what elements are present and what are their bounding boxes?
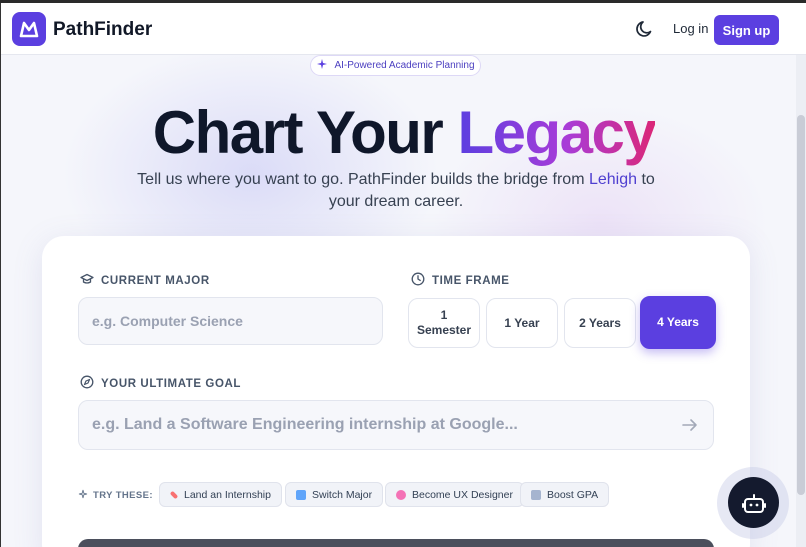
clock-icon [411,272,425,289]
goal-input-placeholder: e.g. Land a Software Engineering interns… [92,416,518,433]
login-link[interactable]: Log in [673,21,708,36]
graduation-cap-icon [80,273,94,288]
rocket-icon [169,490,179,499]
timeframe-unit: Semester [416,323,472,337]
sparkle-icon [316,58,328,73]
moon-icon[interactable] [635,19,655,39]
current-major-label-text: CURRENT MAJOR [101,274,210,287]
robot-icon[interactable] [728,477,779,528]
suggestion-chip-internship[interactable]: Land an Internship [159,482,282,507]
suggestion-chip-boost-gpa[interactable]: Boost GPA [520,482,610,507]
major-input[interactable]: e.g. Computer Science [78,297,383,345]
suggestion-chip-label: Boost GPA [547,488,599,501]
palette-icon [396,489,406,500]
suggestion-chip-label: Become UX Designer [412,488,513,501]
current-major-label: CURRENT MAJOR [80,273,210,288]
hero-subtitle: Tell us where you want to go. PathFinder… [121,169,671,213]
brand-name[interactable]: PathFinder [53,19,152,41]
submit-button[interactable] [78,539,714,547]
hero-title-plain: Chart Your [152,99,458,166]
time-frame-label-text: TIME FRAME [432,274,510,287]
scrollbar-thumb[interactable] [797,115,805,495]
swap-icon [296,489,306,500]
timeframe-4-years-button[interactable]: 4 Years [640,296,716,349]
hero-title-accent: Legacy [457,99,656,166]
timeframe-1-year-button[interactable]: 1 Year [486,298,558,348]
hero-badge: AI-Powered Academic Planning [310,55,481,76]
subtitle-text: Tell us where you want to go. PathFinder… [137,171,589,188]
sparkle-icon [78,489,88,502]
time-frame-label: TIME FRAME [411,272,510,289]
mountain-logo-icon[interactable] [12,12,46,46]
timeframe-2-years-button[interactable]: 2 Years [564,298,636,348]
university-name: Lehigh [588,171,638,188]
top-navbar: PathFinder Log in Sign up [1,3,806,55]
app-window: PathFinder Log in Sign up AI-Powered Aca… [0,3,806,547]
arrow-right-icon[interactable] [681,416,699,434]
goal-input[interactable]: e.g. Land a Software Engineering interns… [78,400,714,450]
suggestion-chip-ux-designer[interactable]: Become UX Designer [385,482,524,507]
suggestion-chip-label: Land an Internship [184,488,271,501]
suggestion-chip-label: Switch Major [312,488,373,501]
try-these-label: TRY THESE: [78,489,153,502]
suggestion-chip-switch-major[interactable]: Switch Major [285,482,384,507]
hero-title: Chart Your Legacy [1,98,806,167]
ultimate-goal-label: YOUR ULTIMATE GOAL [80,375,241,392]
compass-icon [80,375,94,392]
timeframe-number: 1 [440,308,448,322]
hero-badge-text: AI-Powered Academic Planning [334,60,475,71]
try-these-text: TRY THESE: [93,490,153,501]
timeframe-1-semester-button[interactable]: 1 Semester [408,298,480,348]
ultimate-goal-label-text: YOUR ULTIMATE GOAL [101,377,242,390]
major-input-placeholder: e.g. Computer Science [92,313,243,329]
chart-icon [531,489,541,500]
signup-button[interactable]: Sign up [714,15,779,45]
